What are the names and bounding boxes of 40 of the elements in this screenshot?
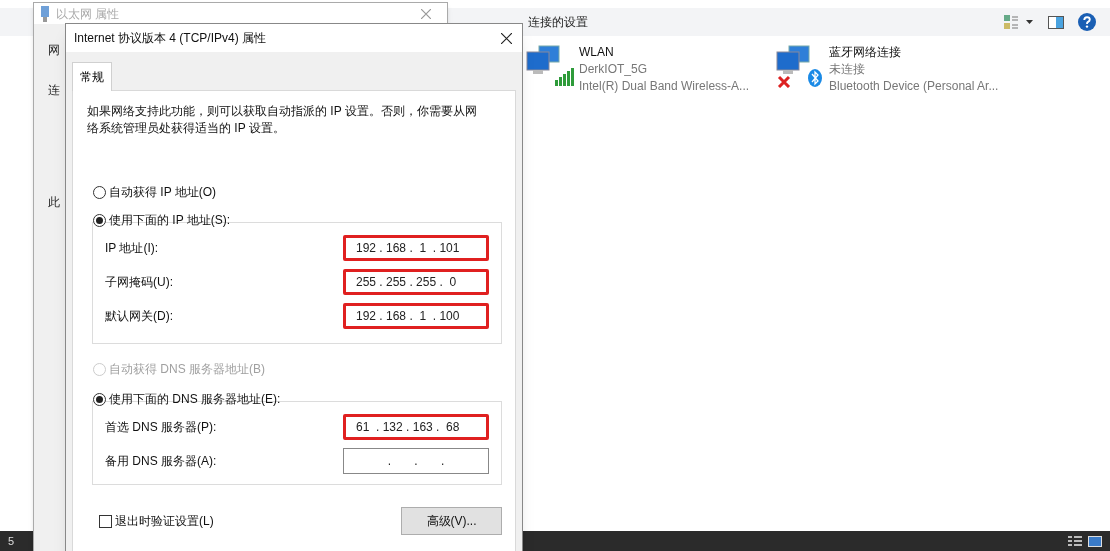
radio-label: 使用下面的 DNS 服务器地址(E): xyxy=(109,391,281,408)
field-label: IP 地址(I): xyxy=(105,240,159,257)
ip-address-field[interactable]: 61 . 132 . 163 . 68 xyxy=(343,414,489,440)
tab[interactable]: 常规 xyxy=(72,62,112,91)
radio-button[interactable] xyxy=(93,213,106,227)
large-icons-view-icon[interactable] xyxy=(1088,535,1102,547)
ip-address-field[interactable]: . . . xyxy=(343,448,489,474)
window-title: 以太网 属性 xyxy=(56,5,120,23)
help-icon[interactable] xyxy=(1078,13,1096,31)
ip-address-field[interactable]: 255 . 255 . 255 . 0 xyxy=(343,269,489,295)
connection-status: 未连接 xyxy=(829,61,866,78)
description: 如果网络支持此功能，则可以获取自动指派的 IP 设置。否则，你需要从网络系统管理员处获得适当的 IP 设置。 xyxy=(87,103,478,137)
radio-label: 使用下面的 IP 地址(S): xyxy=(109,212,231,229)
field-label: 首选 DNS 服务器(P): xyxy=(105,419,217,436)
checkbox-label: 退出时验证设置(L) xyxy=(115,513,214,530)
radio-button[interactable] xyxy=(93,185,106,199)
connection-name: 蓝牙网络连接 xyxy=(829,44,902,61)
ip-address-field[interactable]: 192 . 168 . 1 . 101 xyxy=(343,235,489,261)
radio-label: 自动获得 DNS 服务器地址(B) xyxy=(109,361,265,378)
radio-label: 自动获得 IP 地址(O) xyxy=(109,184,217,201)
network-adapter-icon xyxy=(40,4,50,23)
preview-pane-icon[interactable] xyxy=(1048,15,1064,29)
details-view-icon[interactable] xyxy=(1068,535,1082,547)
connection-status: DerkIOT_5G xyxy=(579,61,648,78)
connection-name: WLAN xyxy=(579,44,615,61)
close-icon[interactable] xyxy=(501,32,512,44)
field-label: 子网掩码(U): xyxy=(105,274,173,291)
device-name: Bluetooth Device (Personal Ar... xyxy=(829,78,999,95)
checkbox[interactable] xyxy=(99,514,112,528)
radio-button[interactable] xyxy=(93,392,106,406)
view-options-icon[interactable] xyxy=(1004,15,1034,29)
ip-address-field[interactable]: 192 . 168 . 1 . 100 xyxy=(343,303,489,329)
field-label: 默认网关(D): xyxy=(105,308,173,325)
item-count: 5 xyxy=(8,533,15,549)
toolbar-link[interactable]: 连接的设置 xyxy=(528,13,588,31)
field-label: 备用 DNS 服务器(A): xyxy=(105,453,217,470)
advanced-button[interactable]: 高级(V)... xyxy=(401,507,502,535)
device-name: Intel(R) Dual Band Wireless-A... xyxy=(579,78,750,95)
window-title: Internet 协议版本 4 (TCP/IPv4) 属性 xyxy=(74,30,267,47)
section-label: 连 xyxy=(48,82,61,99)
